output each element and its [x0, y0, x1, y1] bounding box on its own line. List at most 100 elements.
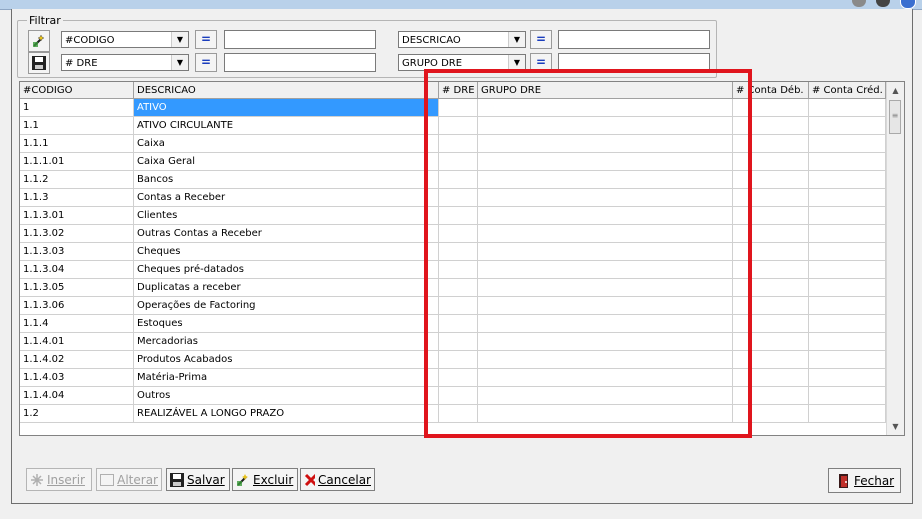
- filter-field-select-2-value: DESCRICAO: [402, 35, 461, 46]
- vertical-scrollbar[interactable]: ▲ ≡ ▼: [886, 82, 904, 435]
- table-cell[interactable]: [809, 333, 886, 351]
- apply-filter-button[interactable]: [28, 30, 50, 52]
- cell-descricao[interactable]: Clientes: [134, 207, 439, 225]
- cell-descricao[interactable]: Operações de Factoring: [134, 297, 439, 315]
- edit-button-label: Alterar: [117, 472, 158, 487]
- filter-field-select-3-value: # DRE: [65, 58, 98, 69]
- chevron-down-icon: ▼: [508, 55, 525, 70]
- cell-descricao[interactable]: Contas a Receber: [134, 189, 439, 207]
- delete-button-label: Excluir: [253, 472, 294, 487]
- insert-button[interactable]: Inserir: [26, 468, 92, 491]
- table-cell[interactable]: [809, 243, 886, 261]
- table-cell[interactable]: [809, 387, 886, 405]
- cell-descricao[interactable]: Estoques: [134, 315, 439, 333]
- table-cell[interactable]: [809, 207, 886, 225]
- cell-codigo[interactable]: 1.2: [20, 405, 134, 423]
- table-cell[interactable]: [809, 369, 886, 387]
- filter-field-select-2[interactable]: DESCRICAO ▼: [398, 31, 526, 48]
- cell-descricao[interactable]: Produtos Acabados: [134, 351, 439, 369]
- table-cell[interactable]: [809, 351, 886, 369]
- floppy-disk-icon: [170, 472, 184, 487]
- filter-field-select-1-value: #CODIGO: [65, 35, 115, 46]
- cell-descricao[interactable]: ATIVO: [134, 99, 439, 117]
- table-cell[interactable]: [809, 135, 886, 153]
- cell-descricao[interactable]: Caixa: [134, 135, 439, 153]
- column-header-descricao[interactable]: DESCRICAO: [134, 82, 439, 99]
- column-header-codigo[interactable]: #CODIGO: [20, 82, 134, 99]
- floppy-disk-icon: [32, 56, 46, 70]
- table-cell[interactable]: [809, 171, 886, 189]
- delete-button[interactable]: Excluir: [232, 468, 298, 491]
- filter-legend: Filtrar: [27, 14, 63, 27]
- cell-descricao[interactable]: Cheques: [134, 243, 439, 261]
- cell-descricao[interactable]: Matéria-Prima: [134, 369, 439, 387]
- cell-codigo[interactable]: 1.1.3.02: [20, 225, 134, 243]
- cell-codigo[interactable]: 1.1.4.01: [20, 333, 134, 351]
- table-cell[interactable]: [809, 99, 886, 117]
- cell-descricao[interactable]: ATIVO CIRCULANTE: [134, 117, 439, 135]
- cell-codigo[interactable]: 1.1.4.03: [20, 369, 134, 387]
- cell-codigo[interactable]: 1.1.3.01: [20, 207, 134, 225]
- table-cell[interactable]: [809, 405, 886, 423]
- column-header-conta-cred[interactable]: # Conta Créd.: [809, 82, 886, 99]
- operator-button-3[interactable]: =: [195, 53, 217, 72]
- scroll-up-icon[interactable]: ▲: [887, 82, 904, 99]
- delete-wand-icon: [237, 473, 248, 486]
- cell-codigo[interactable]: 1.1.4: [20, 315, 134, 333]
- filter-value-input-2[interactable]: [558, 30, 710, 49]
- cell-descricao[interactable]: Mercadorias: [134, 333, 439, 351]
- filter-field-select-4-value: GRUPO DRE: [402, 58, 463, 69]
- table-cell[interactable]: [809, 189, 886, 207]
- table-cell[interactable]: [809, 261, 886, 279]
- save-filter-button[interactable]: [28, 52, 50, 74]
- chevron-down-icon: ▼: [508, 32, 525, 47]
- scroll-thumb[interactable]: ≡: [889, 100, 901, 134]
- cell-descricao[interactable]: Cheques pré-datados: [134, 261, 439, 279]
- cell-descricao[interactable]: Bancos: [134, 171, 439, 189]
- cell-codigo[interactable]: 1.1.1.01: [20, 153, 134, 171]
- cell-descricao[interactable]: Outras Contas a Receber: [134, 225, 439, 243]
- edit-button[interactable]: Alterar: [96, 468, 162, 491]
- highlight-annotation-box: [424, 69, 752, 438]
- filter-field-select-3[interactable]: # DRE ▼: [61, 54, 189, 71]
- save-button[interactable]: Salvar: [166, 468, 230, 491]
- chevron-down-icon: ▼: [171, 55, 188, 70]
- help-icon[interactable]: [900, 0, 916, 9]
- table-cell[interactable]: [809, 117, 886, 135]
- operator-button-1[interactable]: =: [195, 30, 217, 49]
- table-cell[interactable]: [809, 315, 886, 333]
- cell-codigo[interactable]: 1.1.4.04: [20, 387, 134, 405]
- cell-codigo[interactable]: 1.1.3: [20, 189, 134, 207]
- door-exit-icon: [839, 473, 848, 488]
- operator-button-2[interactable]: =: [530, 30, 552, 49]
- cell-codigo[interactable]: 1.1.4.02: [20, 351, 134, 369]
- cell-descricao[interactable]: REALIZÁVEL A LONGO PRAZO: [134, 405, 439, 423]
- cell-descricao[interactable]: Caixa Geral: [134, 153, 439, 171]
- save-button-label: Salvar: [187, 472, 225, 487]
- table-cell[interactable]: [809, 153, 886, 171]
- camera-icon[interactable]: [876, 0, 890, 7]
- table-cell[interactable]: [809, 297, 886, 315]
- filter-value-input-1[interactable]: [224, 30, 376, 49]
- filter-field-select-1[interactable]: #CODIGO ▼: [61, 31, 189, 48]
- close-button[interactable]: Fechar: [828, 468, 901, 493]
- scroll-down-icon[interactable]: ▼: [887, 418, 904, 435]
- filter-value-input-3[interactable]: [224, 53, 376, 72]
- tool-icon[interactable]: [852, 0, 866, 7]
- cell-codigo[interactable]: 1.1.3.06: [20, 297, 134, 315]
- cell-codigo[interactable]: 1: [20, 99, 134, 117]
- table-cell[interactable]: [809, 279, 886, 297]
- cell-codigo[interactable]: 1.1.2: [20, 171, 134, 189]
- cancel-button-label: Cancelar: [318, 472, 371, 487]
- cell-codigo[interactable]: 1.1.1: [20, 135, 134, 153]
- cell-descricao[interactable]: Duplicatas a receber: [134, 279, 439, 297]
- insert-star-icon: [31, 473, 43, 486]
- cancel-button[interactable]: Cancelar: [300, 468, 375, 491]
- cell-codigo[interactable]: 1.1.3.04: [20, 261, 134, 279]
- cell-codigo[interactable]: 1.1.3.05: [20, 279, 134, 297]
- cell-descricao[interactable]: Outros: [134, 387, 439, 405]
- cell-codigo[interactable]: 1.1.3.03: [20, 243, 134, 261]
- cell-codigo[interactable]: 1.1: [20, 117, 134, 135]
- table-cell[interactable]: [809, 225, 886, 243]
- filter-wand-icon: [33, 34, 45, 47]
